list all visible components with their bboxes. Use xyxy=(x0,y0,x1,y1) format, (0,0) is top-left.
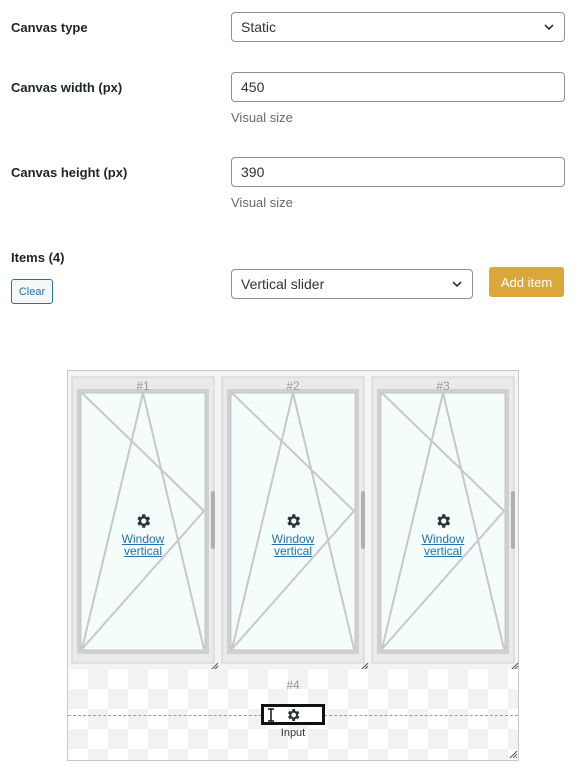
add-item-button[interactable]: Add item xyxy=(489,267,564,297)
window-label-1[interactable]: Window vertical xyxy=(108,533,178,557)
chevron-down-icon xyxy=(452,281,462,288)
input-item-label: Input xyxy=(280,727,306,739)
canvas-width-label: Canvas width (px) xyxy=(11,80,123,95)
input-item-number: #4 xyxy=(286,678,300,692)
window-number-1: #1 xyxy=(136,379,150,393)
window-item-3[interactable]: #3 Window vertical xyxy=(368,371,519,671)
canvas-width-input[interactable]: 450 xyxy=(231,72,565,102)
input-field-preview[interactable] xyxy=(261,704,325,725)
gear-icon[interactable] xyxy=(285,707,301,723)
canvas-preview: #1 Window vertical #2 Window vertical #3… xyxy=(67,370,519,761)
clear-button[interactable]: Clear xyxy=(11,279,53,304)
chevron-down-icon xyxy=(544,24,554,31)
canvas-height-input[interactable]: 390 xyxy=(231,157,565,187)
canvas-width-value: 450 xyxy=(241,79,265,95)
window-item-1[interactable]: #1 Window vertical xyxy=(68,371,219,671)
text-cursor-icon xyxy=(268,708,274,722)
window-label-line2: vertical xyxy=(273,544,312,558)
gear-icon[interactable] xyxy=(134,512,152,530)
window-number-3: #3 xyxy=(436,379,450,393)
canvas-type-label: Canvas type xyxy=(11,20,88,35)
canvas-type-value: Static xyxy=(241,19,277,35)
window-label-3[interactable]: Window vertical xyxy=(408,533,478,557)
window-label-line2: vertical xyxy=(123,544,162,558)
input-item[interactable]: #4 Input xyxy=(68,669,518,760)
canvas-height-value: 390 xyxy=(241,164,265,180)
canvas-width-hint: Visual size xyxy=(231,110,293,125)
gear-icon[interactable] xyxy=(284,512,302,530)
gear-icon[interactable] xyxy=(434,512,452,530)
item-type-select[interactable]: Vertical slider xyxy=(231,269,473,299)
window-label-line2: vertical xyxy=(423,544,462,558)
canvas-type-select[interactable]: Static xyxy=(231,12,565,42)
resize-grip-icon[interactable] xyxy=(509,750,518,759)
items-label: Items (4) xyxy=(11,250,65,265)
canvas-height-label: Canvas height (px) xyxy=(11,165,128,180)
window-item-2[interactable]: #2 Window vertical xyxy=(218,371,369,671)
item-type-value: Vertical slider xyxy=(241,276,325,292)
window-label-2[interactable]: Window vertical xyxy=(258,533,328,557)
canvas-height-hint: Visual size xyxy=(231,195,293,210)
window-number-2: #2 xyxy=(286,379,300,393)
